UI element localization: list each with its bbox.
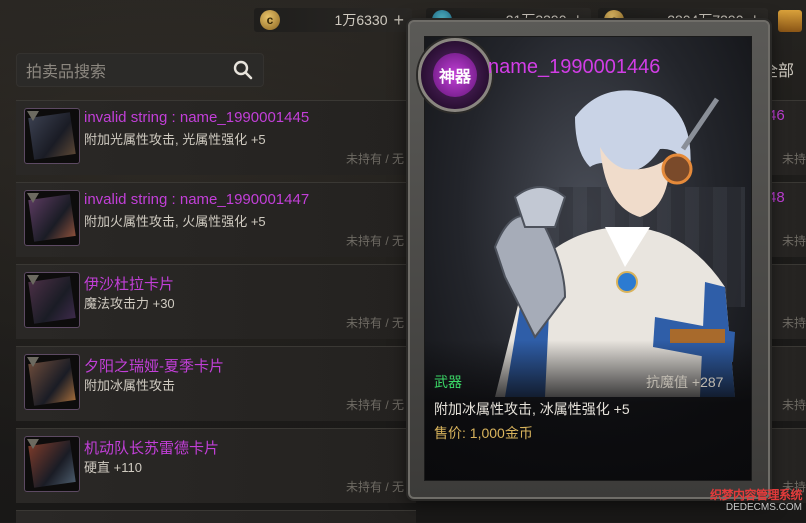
item-thumbnail <box>24 108 80 164</box>
list-item[interactable]: invalid string : name_1990001445 附加光属性攻击… <box>16 100 416 175</box>
item-title: 伊沙杜拉卡片 <box>84 276 175 293</box>
rarity-label: 神器 <box>433 53 477 97</box>
item-title: 夕阳之瑞娅-夏季卡片 <box>84 358 224 375</box>
gold-coin-icon: c <box>260 10 280 30</box>
item-title: invalid string : name_1990001445 <box>84 109 310 126</box>
search-box[interactable]: 拍卖品搜索 <box>16 53 264 87</box>
item-price: 售价: 1,000金币 <box>434 425 533 441</box>
list-item[interactable]: invalid string : name_1990001447 附加火属性攻击… <box>16 182 416 257</box>
currency-value: 1万6330 <box>334 12 388 28</box>
ownership-status: 未持有 / 无 <box>346 480 405 494</box>
item-thumbnail <box>24 190 80 246</box>
search-input[interactable]: 拍卖品搜索 <box>26 58 106 82</box>
rarity-emblem: 神器 <box>418 38 492 112</box>
ownership-status: 未持有 <box>782 398 806 412</box>
list-item[interactable]: 夕阳之瑞娅-夏季卡片 附加冰属性攻击 未持有 / 无 <box>16 346 416 421</box>
watermark-url: DEDECMS.COM <box>725 502 802 513</box>
ownership-status: 未持有 / 无 <box>346 398 405 412</box>
add-currency-icon[interactable]: + <box>393 11 404 29</box>
list-item[interactable]: 机动队长苏雷德卡片 硬直 +110 未持有 / 无 <box>16 428 416 503</box>
item-thumbnail <box>24 354 80 410</box>
item-number: 46 <box>768 107 785 124</box>
item-type: 武器 <box>434 374 462 390</box>
ownership-status: 未持有 / 无 <box>346 234 405 248</box>
card-name: name_1990001446 <box>488 56 661 78</box>
item-description: 附加光属性攻击, 光属性强化 +5 <box>84 132 266 147</box>
watermark-text: 织梦内容管理系统 <box>709 488 803 502</box>
ownership-status: 未持有 / 无 <box>346 316 405 330</box>
item-title: invalid string : name_1990001447 <box>84 191 310 208</box>
item-description: 魔法攻击力 +30 <box>84 296 175 311</box>
treasure-chest-icon[interactable] <box>778 10 802 32</box>
item-thumbnail <box>24 272 80 328</box>
ownership-status: 未持有 <box>782 234 806 248</box>
list-item-partial[interactable] <box>16 510 416 523</box>
ownership-status: 未持有 / 无 <box>346 152 405 166</box>
search-icon[interactable] <box>233 60 253 80</box>
list-item[interactable]: 伊沙杜拉卡片 魔法攻击力 +30 未持有 / 无 <box>16 264 416 339</box>
item-description: 附加火属性攻击, 火属性强化 +5 <box>84 214 266 229</box>
item-number: 48 <box>768 189 785 206</box>
item-description: 附加冰属性攻击 <box>84 378 176 393</box>
ownership-status: 未持有 <box>782 152 806 166</box>
ownership-status: 未持有 <box>782 316 806 330</box>
item-thumbnail <box>24 436 80 492</box>
item-description: 硬直 +110 <box>84 460 142 475</box>
item-description: 附加冰属性攻击, 冰属性强化 +5 <box>434 401 630 417</box>
watermark: 织梦内容管理系统 DEDECMS.COM <box>690 486 803 518</box>
currency-slot-1[interactable]: c 1万6330 + <box>254 8 412 32</box>
item-stat: 抗魔值 +287 <box>646 374 724 390</box>
item-title: 机动队长苏雷德卡片 <box>84 440 220 457</box>
